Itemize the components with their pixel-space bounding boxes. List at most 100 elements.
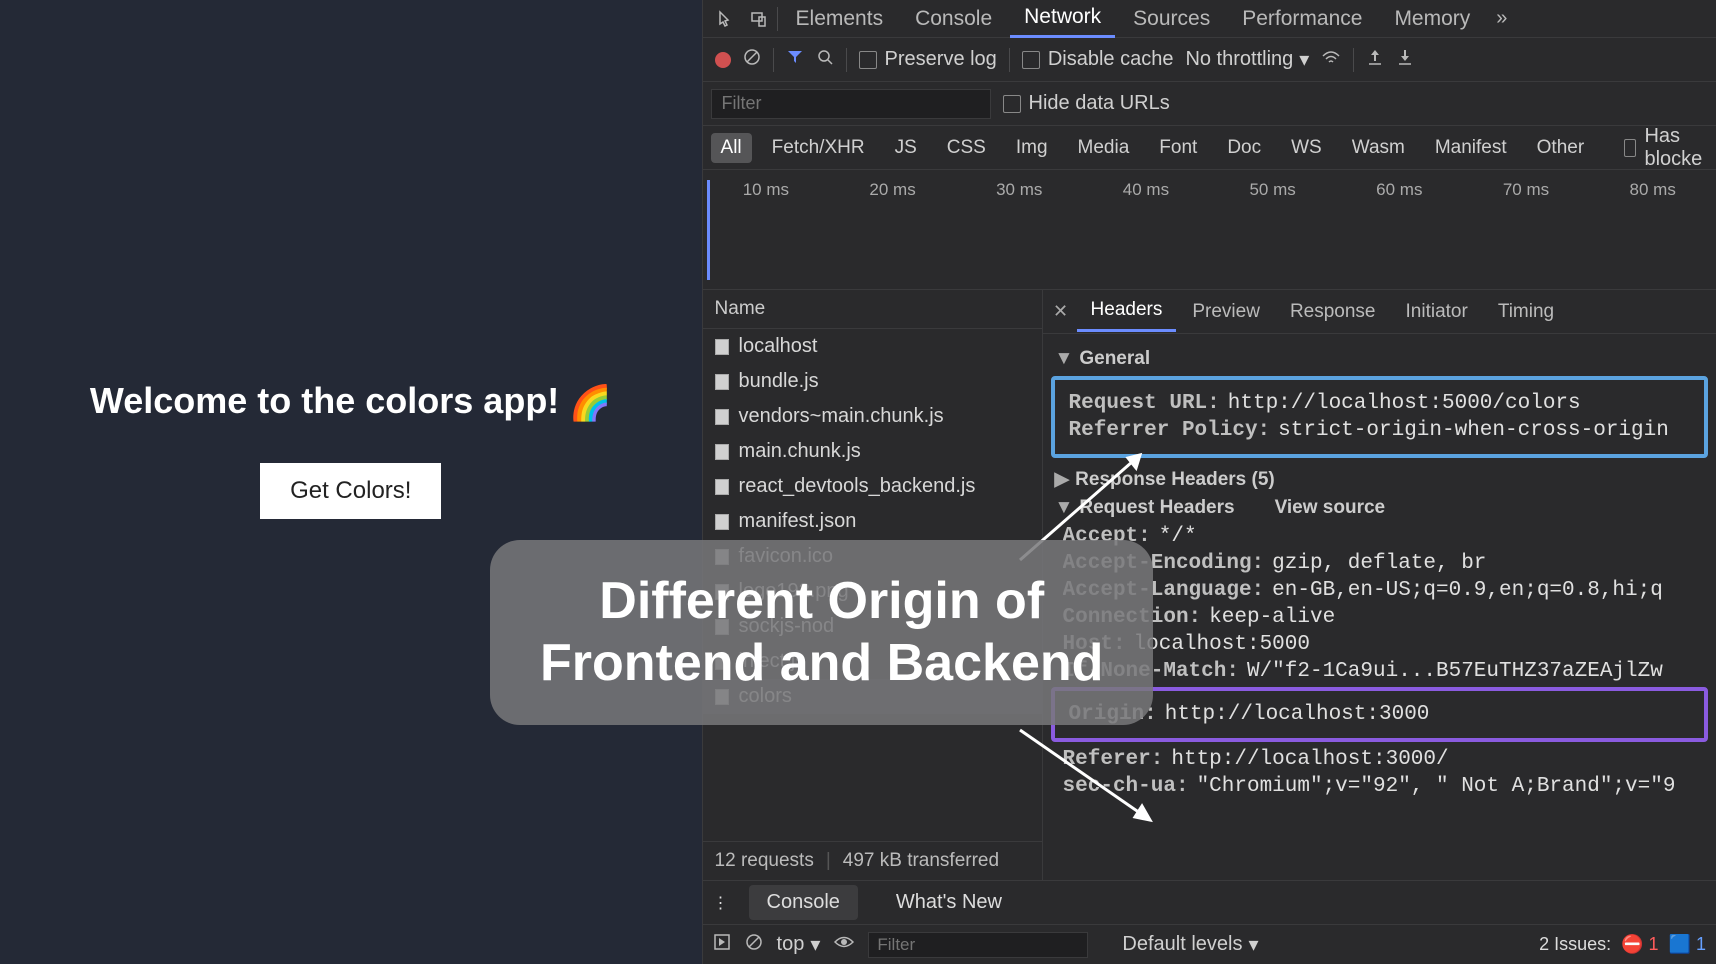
tick: 70 ms xyxy=(1463,180,1590,289)
log-levels-select[interactable]: Default levels ▾ xyxy=(1122,932,1258,957)
record-button[interactable] xyxy=(715,52,731,68)
preserve-log-label: Preserve log xyxy=(885,48,997,71)
request-row[interactable]: localhost xyxy=(703,329,1042,364)
clear-icon[interactable] xyxy=(743,48,761,71)
accept-language-row: Accept-Language:en-GB,en-US;q=0.9,en;q=0… xyxy=(1063,579,1696,602)
tick: 40 ms xyxy=(1083,180,1210,289)
detail-tab-timing[interactable]: Timing xyxy=(1484,293,1568,331)
eye-icon[interactable] xyxy=(834,935,854,954)
execute-icon[interactable] xyxy=(713,933,731,956)
host-row: Host:localhost:5000 xyxy=(1063,633,1696,656)
disable-cache-checkbox[interactable]: Disable cache xyxy=(1022,48,1174,71)
type-css[interactable]: CSS xyxy=(937,133,996,163)
file-icon xyxy=(715,409,729,425)
tick: 30 ms xyxy=(956,180,1083,289)
type-font[interactable]: Font xyxy=(1149,133,1207,163)
annotation-callout: Different Origin of Frontend and Backend xyxy=(490,540,1153,725)
upload-icon[interactable] xyxy=(1366,48,1384,71)
kebab-icon[interactable]: ⋮ xyxy=(713,893,729,913)
download-icon[interactable] xyxy=(1396,48,1414,71)
devtools-pane: Elements Console Network Sources Perform… xyxy=(702,0,1716,964)
request-row[interactable]: main.chunk.js xyxy=(703,434,1042,469)
tabs-overflow[interactable]: » xyxy=(1488,7,1515,30)
request-name: vendors~main.chunk.js xyxy=(739,405,944,428)
request-name: main.chunk.js xyxy=(739,440,861,463)
callout-line1: Different Origin of xyxy=(540,570,1103,632)
wifi-icon[interactable] xyxy=(1321,48,1341,71)
type-wasm[interactable]: Wasm xyxy=(1342,133,1415,163)
type-fetchxhr[interactable]: Fetch/XHR xyxy=(762,133,875,163)
devtools-tab-bar: Elements Console Network Sources Perform… xyxy=(703,0,1716,38)
view-source-link[interactable]: View source xyxy=(1275,497,1386,519)
throttle-label: No throttling xyxy=(1185,48,1293,71)
key: Referrer Policy: xyxy=(1069,419,1271,442)
issues-indicator[interactable]: 2 Issues: ⛔ 1 🟦 1 xyxy=(1539,934,1706,955)
filter-row: Hide data URLs xyxy=(703,82,1716,126)
tab-memory[interactable]: Memory xyxy=(1380,1,1484,37)
preserve-log-checkbox[interactable]: Preserve log xyxy=(859,48,997,71)
separator xyxy=(1353,48,1354,72)
filter-icon[interactable] xyxy=(786,48,804,71)
detail-tab-initiator[interactable]: Initiator xyxy=(1392,293,1482,331)
error-badge: ⛔ 1 xyxy=(1621,934,1658,955)
hide-data-urls-checkbox[interactable]: Hide data URLs xyxy=(1003,92,1170,115)
clear-console-icon[interactable] xyxy=(745,933,763,956)
request-name: react_devtools_backend.js xyxy=(739,475,976,498)
rainbow-icon: 🌈 xyxy=(569,384,611,422)
separator xyxy=(1009,48,1010,72)
info-count: 1 xyxy=(1696,934,1706,954)
separator xyxy=(777,7,778,31)
type-manifest[interactable]: Manifest xyxy=(1425,133,1517,163)
close-detail-button[interactable]: ✕ xyxy=(1047,298,1075,326)
type-other[interactable]: Other xyxy=(1527,133,1595,163)
detail-tab-response[interactable]: Response xyxy=(1276,293,1390,331)
tab-sources[interactable]: Sources xyxy=(1119,1,1224,37)
dock-tab-console[interactable]: Console xyxy=(749,885,858,920)
welcome-strong: colors app! xyxy=(365,380,559,421)
request-row[interactable]: vendors~main.chunk.js xyxy=(703,399,1042,434)
error-count: 1 xyxy=(1649,934,1659,954)
get-colors-button[interactable]: Get Colors! xyxy=(260,463,441,519)
inspect-icon[interactable] xyxy=(713,6,741,32)
console-filter-input[interactable] xyxy=(868,932,1088,958)
welcome-prefix: Welcome to the xyxy=(90,380,365,421)
value: strict-origin-when-cross-origin xyxy=(1278,419,1669,442)
throttle-select[interactable]: No throttling ▾ xyxy=(1185,47,1309,72)
search-icon[interactable] xyxy=(816,48,834,71)
has-blocked-checkbox[interactable]: Has blocke xyxy=(1624,126,1708,170)
detail-tab-headers[interactable]: Headers xyxy=(1077,291,1177,332)
tick: 20 ms xyxy=(829,180,956,289)
request-row[interactable]: bundle.js xyxy=(703,364,1042,399)
request-name: manifest.json xyxy=(739,510,857,533)
tab-network[interactable]: Network xyxy=(1010,0,1115,38)
type-all[interactable]: All xyxy=(711,133,752,163)
request-row[interactable]: manifest.json xyxy=(703,504,1042,539)
general-section[interactable]: ▼General xyxy=(1055,348,1710,370)
type-doc[interactable]: Doc xyxy=(1217,133,1271,163)
tab-performance[interactable]: Performance xyxy=(1228,1,1376,37)
type-img[interactable]: Img xyxy=(1006,133,1058,163)
value: W/"f2-1Ca9ui...B57EuTHZ37aZEAjlZw xyxy=(1247,660,1663,683)
has-blocked-label: Has blocke xyxy=(1644,126,1708,170)
network-filter-input[interactable] xyxy=(711,89,991,119)
request-row[interactable]: react_devtools_backend.js xyxy=(703,469,1042,504)
name-column-header[interactable]: Name xyxy=(703,290,1042,329)
tick: 50 ms xyxy=(1209,180,1336,289)
console-context-label: top xyxy=(777,933,805,956)
timeline[interactable]: 10 ms 20 ms 30 ms 40 ms 50 ms 60 ms 70 m… xyxy=(703,170,1716,290)
tab-elements[interactable]: Elements xyxy=(782,1,898,37)
referrer-policy-row: Referrer Policy: strict-origin-when-cross… xyxy=(1069,419,1690,442)
type-ws[interactable]: WS xyxy=(1281,133,1332,163)
detail-tab-preview[interactable]: Preview xyxy=(1178,293,1274,331)
device-toggle-icon[interactable] xyxy=(745,6,773,32)
value: http://localhost:3000 xyxy=(1165,703,1430,726)
type-js[interactable]: JS xyxy=(885,133,927,163)
welcome-heading: Welcome to the colors app! 🌈 xyxy=(90,380,612,423)
checkbox-box xyxy=(1624,139,1636,157)
console-context-select[interactable]: top ▾ xyxy=(777,932,821,957)
type-media[interactable]: Media xyxy=(1068,133,1140,163)
checkbox-box xyxy=(1022,51,1040,69)
dock-tab-whatsnew[interactable]: What's New xyxy=(878,885,1020,920)
separator xyxy=(773,48,774,72)
tab-console[interactable]: Console xyxy=(901,1,1006,37)
